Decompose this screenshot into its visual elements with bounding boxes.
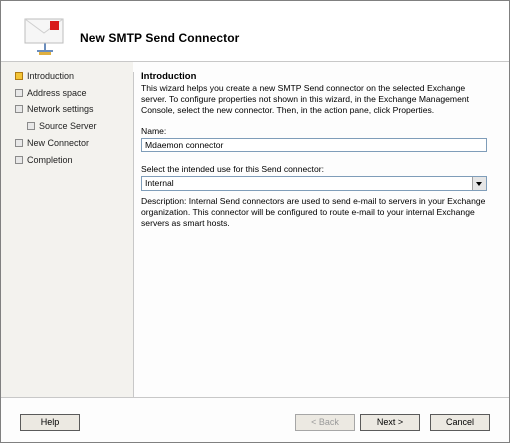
intended-use-value: Internal [145, 178, 174, 188]
step-indicator-icon [15, 105, 23, 113]
use-label: Select the intended use for this Send co… [141, 164, 324, 174]
back-button[interactable]: < Back [295, 414, 355, 431]
wizard-title: New SMTP Send Connector [80, 31, 240, 45]
help-button[interactable]: Help [20, 414, 80, 431]
section-heading: Introduction [141, 71, 197, 82]
step-introduction: Introduction [27, 71, 75, 81]
step-network-settings: Network settings [27, 104, 94, 114]
intended-use-select[interactable]: Internal [141, 176, 487, 191]
wizard-window: New SMTP Send Connector Introduction Add… [0, 0, 510, 443]
wizard-header: New SMTP Send Connector [1, 1, 509, 62]
use-description: Description: Internal Send connectors ar… [141, 196, 486, 228]
step-indicator-icon [15, 89, 23, 97]
content-area: Introduction This wizard helps you creat… [141, 71, 491, 116]
wizard-envelope-icon [24, 18, 64, 55]
panel-divider [133, 72, 134, 397]
step-completion: Completion [27, 155, 73, 165]
step-new-connector: New Connector [27, 138, 90, 148]
step-source-server: Source Server [39, 121, 97, 131]
cancel-button[interactable]: Cancel [430, 414, 490, 431]
name-input[interactable]: Mdaemon connector [141, 138, 487, 152]
chevron-down-icon[interactable] [472, 177, 486, 190]
name-label: Name: [141, 126, 167, 136]
step-indicator-icon [15, 139, 23, 147]
step-indicator-icon [27, 122, 35, 130]
step-indicator-icon [15, 72, 23, 80]
wizard-steps-panel: Introduction Address space Network setti… [1, 62, 133, 397]
footer-divider [1, 397, 509, 398]
step-address-space: Address space [27, 88, 87, 98]
step-indicator-icon [15, 156, 23, 164]
intro-text: This wizard helps you create a new SMTP … [141, 83, 470, 115]
next-button[interactable]: Next > [360, 414, 420, 431]
